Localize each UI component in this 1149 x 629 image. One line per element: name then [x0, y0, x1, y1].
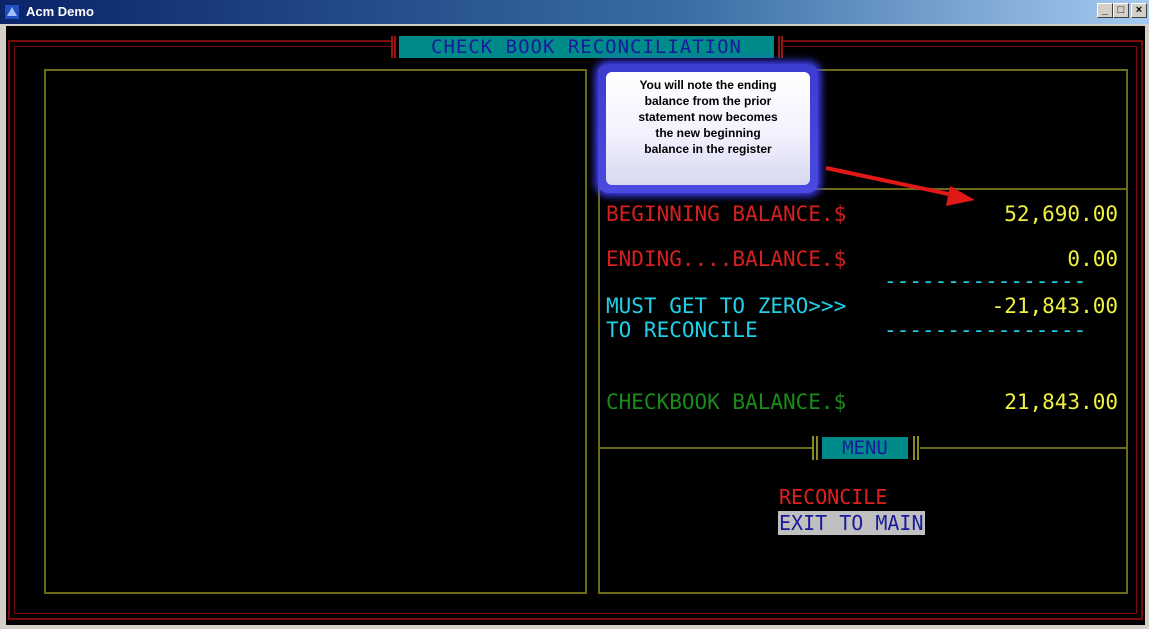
must-get-to-zero-value: -21,843.00: [991, 294, 1118, 318]
beginning-balance-label: BEGINNING BALANCE.$: [606, 202, 847, 226]
header-bar-right: [778, 36, 783, 58]
menu-title: MENU: [822, 437, 908, 459]
must-get-to-zero-label: MUST GET TO ZERO>>>: [606, 294, 847, 318]
close-button[interactable]: ×: [1131, 3, 1147, 18]
callout-line: the new beginning: [655, 126, 761, 140]
callout-line: balance in the register: [644, 142, 772, 156]
header-box: CHECK BOOK RECONCILIATION: [391, 36, 783, 58]
ending-balance-label: ENDING....BALANCE.$: [606, 247, 847, 271]
callout-body: You will note the ending balance from th…: [606, 72, 810, 185]
callout-text: You will note the ending balance from th…: [606, 77, 810, 157]
terminal-screen: CHECK BOOK RECONCILIATION BEGINNING BALA…: [6, 26, 1145, 625]
maximize-button[interactable]: □: [1113, 3, 1129, 18]
menu-bar-right: [913, 436, 919, 460]
to-reconcile-label: TO RECONCILE: [606, 318, 758, 342]
callout-line: You will note the ending: [639, 78, 777, 92]
ending-balance-value: 0.00: [1067, 247, 1118, 271]
title-bar: Acm Demo _ □ ×: [0, 0, 1149, 24]
menu-item-exit-to-main[interactable]: EXIT TO MAIN: [778, 511, 925, 535]
callout-line: balance from the prior: [644, 94, 772, 108]
menu-header: MENU: [812, 436, 920, 460]
left-panel: [44, 69, 587, 594]
callout-line: statement now becomes: [638, 110, 778, 124]
window-title: Acm Demo: [26, 4, 94, 19]
menu-item-reconcile[interactable]: RECONCILE: [778, 485, 888, 509]
beginning-balance-value: 52,690.00: [1004, 202, 1118, 226]
app-icon: [5, 5, 19, 19]
dash-line-bottom: ----------------: [884, 318, 1087, 342]
dash-line-top: ----------------: [884, 269, 1087, 293]
minimize-button[interactable]: _: [1097, 3, 1113, 18]
header-bar-left: [391, 36, 396, 58]
checkbook-balance-value: 21,843.00: [1004, 390, 1118, 414]
checkbook-balance-label: CHECKBOOK BALANCE.$: [606, 390, 847, 414]
tutorial-callout: You will note the ending balance from th…: [598, 64, 818, 193]
menu-bar-left: [812, 436, 818, 460]
page-title: CHECK BOOK RECONCILIATION: [399, 36, 774, 58]
